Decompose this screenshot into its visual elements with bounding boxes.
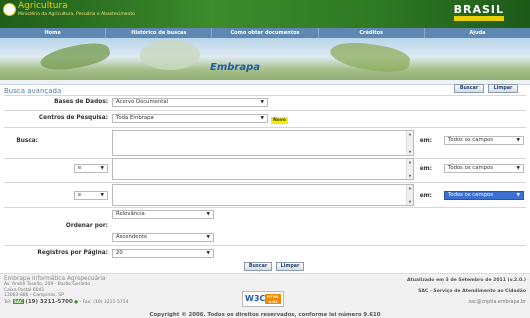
order-dir-select[interactable]: Ascendente ▼ xyxy=(112,233,214,242)
field-value-2: Todos os campos xyxy=(448,165,493,171)
w3c-html-badge[interactable]: W3C HTML 4.01 xyxy=(242,291,284,307)
divider xyxy=(4,110,526,111)
brasil-logo[interactable]: BRASIL xyxy=(454,3,504,16)
scroll-down-icon[interactable]: ▼ xyxy=(407,150,413,154)
ministry-subtitle: Ministério da Agricultura, Pecuária e Ab… xyxy=(18,12,135,17)
bases-select[interactable]: Acervo Documental ▼ xyxy=(112,98,268,107)
search-textarea-2[interactable]: ▲ ▼ xyxy=(112,158,414,180)
nav-como-obter[interactable]: Como obter documentos xyxy=(212,28,319,38)
sac-email[interactable]: sac@cnptia.embrapa.br xyxy=(469,300,526,305)
ministry-title: Agricultura xyxy=(18,1,68,11)
em-label: em: xyxy=(419,166,432,172)
gov-header: Agricultura Ministério da Agricultura, P… xyxy=(0,0,530,28)
phone-prefix: Tel: xyxy=(4,299,12,305)
field-value-3: Todos os campos xyxy=(448,192,493,198)
centros-select[interactable]: Toda Embrapa ▼ xyxy=(112,114,268,123)
centros-label: Centros de Pesquisa: xyxy=(38,115,108,121)
nav-historico[interactable]: Histórico de buscas xyxy=(106,28,213,38)
chevron-down-icon: ▼ xyxy=(516,166,520,171)
order-dir-value: Ascendente xyxy=(116,234,148,240)
fax-number: - Fax: (19) 3211-5754 xyxy=(79,299,129,305)
divider xyxy=(4,95,526,96)
ordenar-label: Ordenar por: xyxy=(65,223,108,229)
banner-leaf xyxy=(328,38,412,77)
chevron-down-icon: ▼ xyxy=(260,116,264,121)
scroll-up-icon[interactable]: ▲ xyxy=(407,132,413,136)
clear-button-bottom[interactable]: Limpar xyxy=(276,262,304,271)
footer: Embrapa Informática Agropecuária Av. And… xyxy=(0,273,530,318)
chevron-down-icon: ▼ xyxy=(260,100,264,105)
phone-icon: ● xyxy=(74,299,79,305)
phone-number: (19) 3211-5700 xyxy=(25,298,73,305)
chevron-down-icon: ▼ xyxy=(100,166,104,171)
banner-image: Embrapa xyxy=(0,38,530,80)
novo-badge: Novo xyxy=(271,117,288,124)
em-label: em: xyxy=(419,193,432,199)
chevron-down-icon: ▼ xyxy=(206,251,210,256)
registros-label: Registros por Página: xyxy=(37,250,108,256)
chevron-down-icon: ▼ xyxy=(516,138,520,143)
page-title: Busca avançada xyxy=(4,87,62,95)
operator-value-2: e xyxy=(78,165,82,171)
clear-button-top[interactable]: Limpar xyxy=(488,84,518,93)
w3c-logo: W3C xyxy=(245,294,266,303)
registros-value: 20 xyxy=(116,250,123,256)
nav-creditos[interactable]: Créditos xyxy=(319,28,425,38)
banner-divider xyxy=(0,80,530,85)
nav-ajuda[interactable]: Ajuda xyxy=(425,28,530,38)
chevron-down-icon: ▼ xyxy=(206,235,210,240)
field-select-2[interactable]: Todos os campos ▼ xyxy=(444,164,524,173)
search-button-top[interactable]: Buscar xyxy=(454,84,484,93)
field-value-1: Todos os campos xyxy=(448,137,493,143)
operator-select-2[interactable]: e ▼ xyxy=(74,164,108,173)
nav-home[interactable]: Home xyxy=(0,28,107,38)
divider xyxy=(4,127,526,128)
registros-select[interactable]: 20 ▼ xyxy=(112,249,214,258)
field-select-3[interactable]: Todos os campos ▼ xyxy=(444,191,524,200)
busca-label: Busca: xyxy=(16,138,38,144)
field-select-1[interactable]: Todos os campos ▼ xyxy=(444,136,524,145)
copyright: Copyright © 2006. Todos os direitos rese… xyxy=(149,312,381,318)
footer-phone-line: Tel: SAC (19) 3211-5700 ● - Fax: (19) 32… xyxy=(4,298,129,305)
chevron-down-icon: ▼ xyxy=(100,193,104,198)
scroll-down-icon[interactable]: ▼ xyxy=(407,174,413,178)
centros-value: Toda Embrapa xyxy=(116,115,154,121)
sac-link[interactable]: SAC - Serviço de Atendimento ao Cidadão xyxy=(418,289,526,294)
html-version: HTML 4.01 xyxy=(265,294,281,304)
search-button-bottom[interactable]: Buscar xyxy=(244,262,272,271)
sac-tag: SAC xyxy=(12,298,24,305)
main-nav: Home Histórico de buscas Como obter docu… xyxy=(0,28,530,38)
scroll-up-icon[interactable]: ▲ xyxy=(407,160,413,164)
banner-cloud xyxy=(140,40,200,70)
ministry-logo xyxy=(3,3,16,16)
chevron-down-icon: ▼ xyxy=(516,193,520,198)
order-by-select[interactable]: Relevância ▼ xyxy=(112,210,214,219)
brasil-flag-bar xyxy=(454,16,504,21)
bases-label: Bases de Dados: xyxy=(54,99,108,105)
search-textarea-3[interactable]: ▲ ▼ xyxy=(112,184,414,206)
banner-leaf xyxy=(38,38,112,76)
updated-date: Atualizado em 3 de Setembro de 2011 (v.2… xyxy=(406,278,526,283)
divider xyxy=(4,245,526,246)
divider xyxy=(4,207,526,208)
footer-contact: Embrapa Informática Agropecuária Av. And… xyxy=(4,276,129,305)
chevron-down-icon: ▼ xyxy=(206,212,210,217)
divider xyxy=(4,182,526,183)
scroll-down-icon[interactable]: ▼ xyxy=(407,200,413,204)
operator-value-3: e xyxy=(78,192,82,198)
bases-value: Acervo Documental xyxy=(116,99,169,105)
em-label: em: xyxy=(419,138,432,144)
search-textarea-1[interactable]: ▲ ▼ xyxy=(112,130,414,156)
order-by-value: Relevância xyxy=(116,211,145,217)
operator-select-3[interactable]: e ▼ xyxy=(74,191,108,200)
embrapa-logo: Embrapa xyxy=(210,62,260,73)
scroll-up-icon[interactable]: ▲ xyxy=(407,186,413,190)
